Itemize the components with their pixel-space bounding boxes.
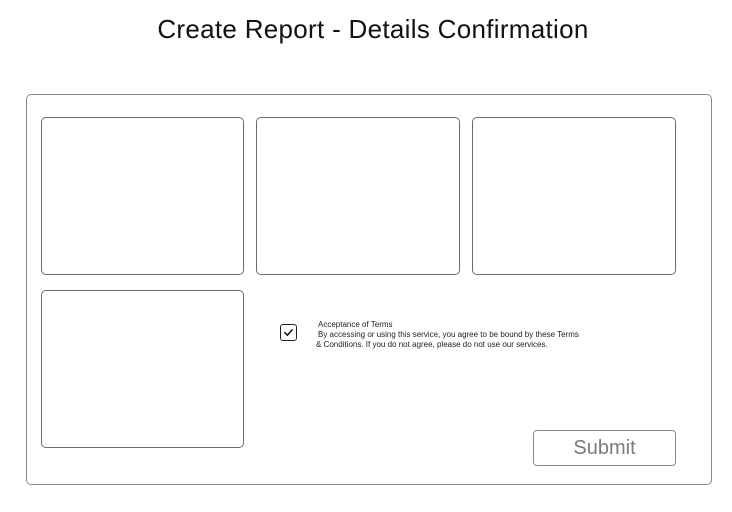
terms-checkbox[interactable]: [280, 324, 297, 341]
detail-panel-3: [472, 117, 676, 275]
submit-button[interactable]: Submit: [533, 430, 676, 466]
page-title: Create Report - Details Confirmation: [157, 14, 589, 44]
detail-panel-2: [256, 117, 460, 275]
terms-title: Acceptance of Terms: [318, 320, 393, 329]
detail-panel-1: [41, 117, 244, 275]
detail-panel-4: [41, 290, 244, 448]
terms-body-line1: By accessing or using this service, you …: [318, 330, 579, 339]
terms-block: Acceptance of Terms By accessing or usin…: [316, 320, 646, 350]
checkmark-icon: [283, 327, 294, 338]
terms-body-line2: & Conditions. If you do not agree, pleas…: [316, 340, 548, 349]
details-card: Acceptance of Terms By accessing or usin…: [26, 94, 712, 485]
